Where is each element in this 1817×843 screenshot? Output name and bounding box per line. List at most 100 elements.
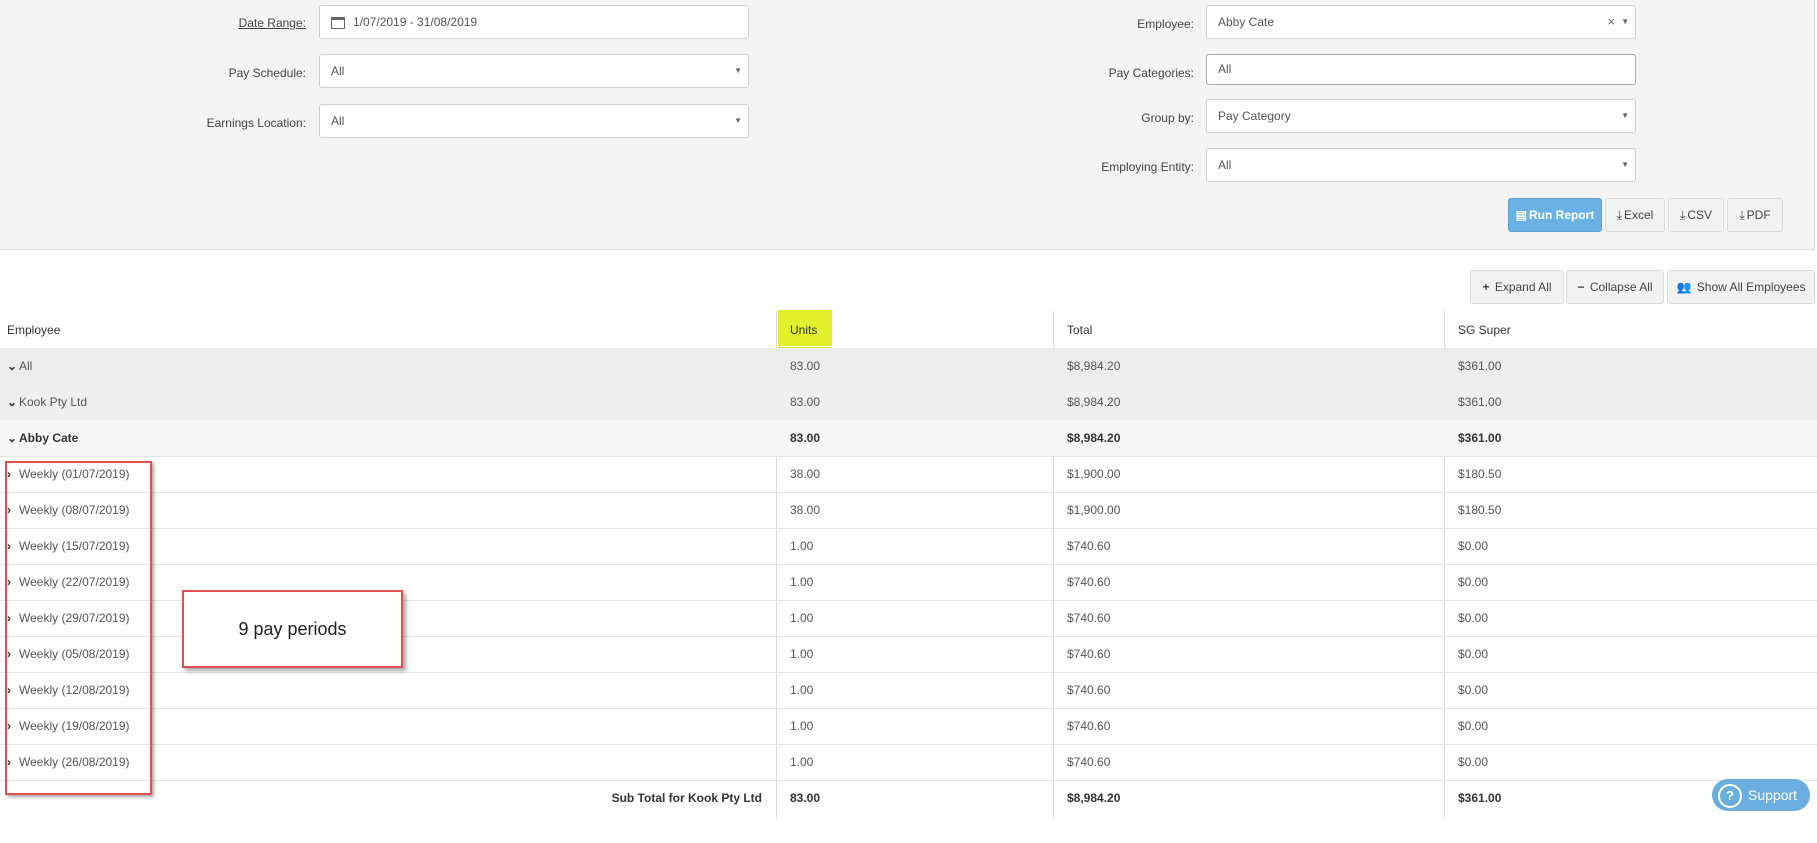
row-units: 1.00 [790,611,814,625]
chevron-down-icon[interactable]: ⌄ [7,384,19,420]
earnings-location-value: All [331,114,345,128]
row-super: $0.00 [1458,755,1489,769]
row-units: 1.00 [790,647,814,661]
row-total: $8,984.20 [1067,395,1121,409]
support-button[interactable]: ? Support › [1712,779,1810,835]
row-total: $740.60 [1067,719,1111,733]
employing-entity-select[interactable]: All ▼ [1206,148,1636,182]
expand-all-button[interactable]: + Expand All [1470,270,1564,304]
row-units: 1.00 [790,683,814,697]
earnings-location-select[interactable]: All ▼ [319,104,749,138]
row-super: $0.00 [1458,575,1489,589]
row-name: All [19,359,33,373]
filter-panel: Date Range: 1/07/2019 - 31/08/2019 Pay S… [0,0,1815,250]
show-all-employees-button[interactable]: 👥 Show All Employees [1667,270,1815,304]
column-header-units[interactable]: Units [790,312,817,348]
date-range-input[interactable]: 1/07/2019 - 31/08/2019 [319,5,749,39]
row-units: 1.00 [790,719,814,733]
download-icon: ⤓ [1616,208,1622,222]
caret-down-icon: ▼ [1621,111,1629,120]
date-range-value: 1/07/2019 - 31/08/2019 [353,15,478,29]
row-super: $361.00 [1458,395,1502,409]
row-units: 1.00 [790,575,814,589]
table-header-row: Employee Units Total SG Super [0,312,1817,349]
column-header-employee[interactable]: Employee [7,312,60,348]
row-total: $740.60 [1067,683,1111,697]
download-icon: ⤓ [1739,208,1745,222]
subtotal-super: $361.00 [1458,791,1502,805]
pay-categories-input[interactable]: All [1206,54,1636,85]
collapse-all-label: Collapse All [1589,280,1653,294]
caret-down-icon: ▼ [1621,160,1629,169]
csv-label: CSV [1687,208,1712,222]
row-total: $8,984.20 [1067,431,1121,445]
employing-entity-label: Employing Entity: [1101,160,1194,174]
table-row[interactable]: › Weekly (15/07/2019) 1.00 $740.60 $0.00 [0,528,1817,565]
row-total: $740.60 [1067,611,1111,625]
clear-icon[interactable]: × [1607,6,1615,38]
table-row[interactable]: › Weekly (26/08/2019) 1.00 $740.60 $0.00 [0,744,1817,781]
calendar-icon [331,16,345,29]
table-row-employee[interactable]: ⌄ Abby Cate 83.00 $8,984.20 $361.00 [0,420,1817,457]
row-super: $0.00 [1458,647,1489,661]
row-super: $0.00 [1458,719,1489,733]
plus-icon: + [1482,280,1490,294]
row-total: $8,984.20 [1067,359,1121,373]
users-icon: 👥 [1676,280,1692,294]
row-units: 83.00 [790,395,821,409]
support-label: Support [1748,787,1798,803]
date-range-label[interactable]: Date Range: [200,16,306,30]
row-units: 38.00 [790,467,821,481]
row-total: $740.60 [1067,647,1111,661]
pay-categories-label: Pay Categories: [1108,66,1194,80]
group-by-label: Group by: [1141,111,1194,125]
table-row[interactable]: › Weekly (12/08/2019) 1.00 $740.60 $0.00 [0,672,1817,709]
table-row-all[interactable]: ⌄ All 83.00 $8,984.20 $361.00 [0,348,1817,385]
csv-button[interactable]: ⤓ CSV [1668,198,1724,232]
row-total: $740.60 [1067,539,1111,553]
row-units: 83.00 [790,431,821,445]
table-row[interactable]: › Weekly (01/07/2019) 38.00 $1,900.00 $18… [0,456,1817,493]
row-total: $1,900.00 [1067,503,1121,517]
excel-label: Excel [1623,208,1654,222]
chevron-right-icon: › [1724,819,1729,835]
run-report-label: Run Report [1529,208,1595,222]
row-name: Kook Pty Ltd [19,395,88,409]
row-super: $361.00 [1458,431,1502,445]
employee-select[interactable]: Abby Cate × ▼ [1206,5,1636,39]
run-report-button[interactable]: ▤ Run Report [1508,198,1602,232]
pdf-button[interactable]: ⤓ PDF [1727,198,1783,232]
download-icon: ⤓ [1680,208,1686,222]
pay-schedule-value: All [331,64,345,78]
employing-entity-value: All [1218,158,1232,172]
report-icon: ▤ [1515,208,1527,222]
table-row-company[interactable]: ⌄ Kook Pty Ltd 83.00 $8,984.20 $361.00 [0,384,1817,421]
annotation-callout: 9 pay periods [182,590,403,668]
table-row[interactable]: › Weekly (08/07/2019) 38.00 $1,900.00 $18… [0,492,1817,529]
row-units: 1.00 [790,539,814,553]
chevron-down-icon[interactable]: ⌄ [7,420,19,456]
row-total: $740.60 [1067,575,1111,589]
group-by-select[interactable]: Pay Category ▼ [1206,99,1636,133]
annotation-box [5,461,152,795]
earnings-location-label: Earnings Location: [206,116,306,130]
pay-schedule-select[interactable]: All ▼ [319,54,749,88]
column-header-sg-super[interactable]: SG Super [1458,312,1511,348]
row-super: $180.50 [1458,467,1502,481]
row-total: $740.60 [1067,755,1111,769]
table-row[interactable]: › Weekly (19/08/2019) 1.00 $740.60 $0.00 [0,708,1817,745]
subtotal-label: Sub Total for Kook Pty Ltd [611,791,762,805]
employee-value: Abby Cate [1218,15,1275,29]
employee-label: Employee: [1137,17,1194,31]
row-super: $361.00 [1458,359,1502,373]
excel-button[interactable]: ⤓ Excel [1605,198,1665,232]
help-icon: ? [1718,784,1742,809]
row-units: 1.00 [790,755,814,769]
column-header-total[interactable]: Total [1067,312,1092,348]
chevron-down-icon[interactable]: ⌄ [7,348,19,384]
caret-down-icon: ▼ [1621,17,1629,26]
row-units: 38.00 [790,503,821,517]
collapse-all-button[interactable]: − Collapse All [1566,270,1664,304]
caret-down-icon: ▼ [734,116,742,125]
show-all-employees-label: Show All Employees [1696,280,1806,294]
